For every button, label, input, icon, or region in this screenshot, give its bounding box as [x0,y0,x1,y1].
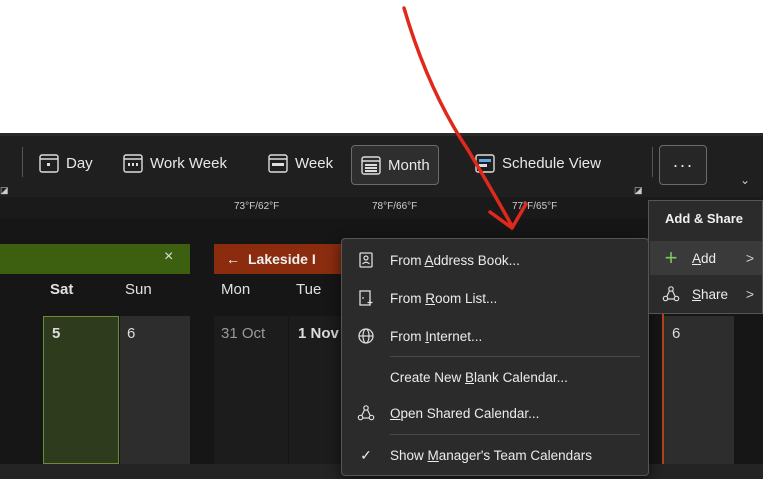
menu-item-label: Create New Blank Calendar... [390,369,568,385]
menu-item-label: Open Shared Calendar... [390,405,540,421]
address-book-icon [359,252,373,268]
share-icon [357,405,375,421]
calendar-week-icon [268,154,288,173]
group-launcher-icon[interactable]: ◪ [634,185,643,196]
ribbon-separator [22,147,23,177]
day-header-mon: Mon [221,281,251,298]
add-share-submenu: Add & Share + Add > Share > [648,200,763,314]
day-header-tue: Tue [296,281,322,298]
ribbon-toolbar: ◪ Day Work Week Week Month Schedule View… [0,133,763,197]
schedule-view-label: Schedule View [502,154,601,172]
calendar-panel-title: Lakeside I [248,251,316,267]
schedule-view-icon [475,154,495,173]
day-header-sun: Sun [125,281,152,298]
room-list-icon [359,290,373,306]
calendar-panel-header: ← Lakeside I [214,244,354,274]
menu-item-label: From Room List... [390,290,498,306]
arrow-left-icon[interactable]: ← [226,251,240,267]
from-internet-item[interactable]: From Internet... [342,319,648,353]
create-blank-calendar-item[interactable]: Create New Blank Calendar... [342,360,648,394]
group-launcher-icon[interactable]: ◪ [0,185,9,196]
day-header-sat: Sat [50,281,74,298]
month-view-button[interactable]: Month [351,145,439,185]
more-commands-button[interactable]: ··· [659,145,707,185]
menu-separator [390,434,640,435]
show-manager-team-calendars-item[interactable]: ✓ Show Manager's Team Calendars [342,438,648,472]
day-view-button[interactable]: Day [34,147,97,179]
checkmark-icon: ✓ [360,446,372,463]
plus-icon: + [664,245,678,270]
weather-temp: 73°F/62°F [234,201,280,212]
calendar-work-week-icon [123,154,143,173]
month-view-label: Month [388,156,430,174]
submenu-item-label: Share [692,286,729,302]
more-icon: ··· [672,154,694,175]
weather-temp: 77°F/65°F [512,201,558,212]
schedule-view-button[interactable]: Schedule View [470,147,605,179]
menu-item-label: From Internet... [390,328,483,344]
date-number: 31 Oct [221,325,266,342]
close-icon[interactable]: × [164,248,173,266]
week-view-label: Week [295,154,334,172]
chevron-right-icon: > [745,286,754,302]
week-view-button[interactable]: Week [263,147,337,179]
day-view-label: Day [66,154,93,172]
submenu-item-label: Add [692,250,717,266]
work-week-view-label: Work Week [150,154,227,172]
add-item[interactable]: + Add > [650,241,762,275]
date-number: 5 [52,325,61,342]
calendar-month-icon [361,156,381,175]
menu-item-label: From Address Book... [390,252,520,268]
date-number: 6 [672,325,681,342]
date-number: 6 [127,325,136,342]
weather-temp: 78°F/66°F [372,201,418,212]
calendar-day-icon [39,154,59,173]
chevron-right-icon: > [745,250,754,266]
date-number: 1 Nov [298,325,339,342]
share-item[interactable]: Share > [650,277,762,311]
submenu-title: Add & Share [665,211,744,226]
from-address-book-item[interactable]: From Address Book... [342,243,648,277]
panel-border [662,300,664,464]
share-icon [662,286,680,302]
ribbon-separator [652,147,653,177]
open-shared-calendar-item[interactable]: Open Shared Calendar... [342,396,648,430]
menu-item-label: Show Manager's Team Calendars [390,447,592,463]
ribbon-edge [0,133,763,136]
calendar-panel-header: × [0,244,190,274]
menu-separator [390,356,640,357]
globe-icon [358,328,374,344]
from-room-list-item[interactable]: From Room List... [342,281,648,315]
work-week-view-button[interactable]: Work Week [118,147,231,179]
chevron-down-icon[interactable]: ⌄ [740,173,750,187]
add-calendar-menu: From Address Book... From Room List... F… [341,238,649,476]
